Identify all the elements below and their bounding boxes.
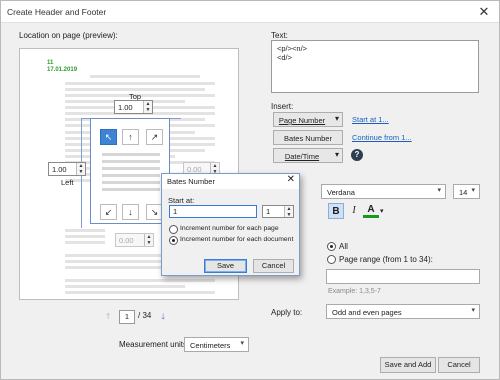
dropdown-arrow-icon[interactable]: ▾ [335,114,339,123]
spinner-arrows-icon: ▲ ▼ [144,234,153,246]
dialog-save-button[interactable]: Save [204,259,247,273]
text-line: <p/><n/> [277,44,308,53]
chevron-down-icon: ▾ [471,187,475,194]
spinner-arrows-icon[interactable]: ▲ ▼ [143,101,152,113]
text-label: Text: [271,31,288,40]
next-page-arrow-icon[interactable]: 🡓 [161,311,165,325]
top-margin-spinner[interactable]: 1.00 ▲ ▼ [114,100,153,114]
dialog-title-bar: Bates Number ✕ [162,174,299,189]
page-range-input[interactable] [326,269,480,284]
all-pages-label: All [339,242,348,251]
spinner-arrows-icon[interactable]: ▲ ▼ [284,206,293,218]
digits-spinner[interactable]: 1 ▲ ▼ [262,205,294,218]
bold-button[interactable]: B [328,203,344,219]
create-header-footer-window: Create Header and Footer ✕ Location on p… [0,0,500,380]
page-number-button-label: Page Number [278,116,326,125]
header-text-area[interactable]: <p/><n/> <d/> [271,40,479,93]
font-size-value: 14 [459,188,468,197]
measurement-units-value: Centimeters [190,341,231,350]
page-range-example: Example: 1,3,5-7 [328,288,381,295]
left-margin-label: Left [61,178,74,187]
chevron-down-icon: ▾ [471,307,475,314]
all-pages-radio[interactable] [327,242,336,251]
page-range-label: Page range (from 1 to 34): [339,255,433,264]
save-and-add-button[interactable]: Save and Add [380,357,436,373]
cancel-button[interactable]: Cancel [438,357,480,373]
apply-to-select[interactable]: Odd and even pages ▾ [326,304,480,319]
increment-per-document-radio[interactable] [169,236,178,245]
title-bar: Create Header and Footer ✕ [1,1,499,23]
window-title: Create Header and Footer [7,7,107,17]
header-date: 17.01.2019 [47,67,78,73]
date-time-button[interactable]: Date/Time ▾ [273,148,343,163]
insert-label: Insert: [271,102,294,111]
date-time-button-label: Date/Time [284,152,320,161]
continue-from-link[interactable]: Continue from 1... [352,133,412,142]
font-color-button[interactable]: A [363,203,379,218]
spinner-arrows-icon[interactable]: ▲ ▼ [76,163,85,175]
left-margin-value: 1.00 [52,165,67,174]
bottom-margin-spinner: 0.00 ▲ ▼ [115,233,154,247]
digits-value: 1 [266,207,271,216]
dialog-title: Bates Number [167,177,215,186]
increment-per-page-radio[interactable] [169,225,178,234]
chevron-down-icon[interactable]: ▾ [380,207,384,215]
help-icon[interactable]: ? [351,149,363,161]
bottom-left-arrow-icon[interactable]: ↙ [100,204,117,220]
preview-header-text: 11 17.01.2019 [47,60,77,74]
increment-per-page-label: Increment number for each page [180,225,279,232]
italic-button[interactable]: I [346,203,362,219]
bates-number-button-label: Bates Number [284,134,332,143]
top-margin-value: 1.00 [118,103,133,112]
chevron-down-icon: ▾ [240,340,244,347]
start-at-label: Start at: [168,196,195,205]
top-left-arrow-icon[interactable]: ↖ [100,129,117,145]
bottom-center-arrow-icon[interactable]: ↓ [122,204,139,220]
page-range-radio[interactable] [327,255,336,264]
apply-to-label: Apply to: [271,308,303,317]
top-right-arrow-icon[interactable]: ↗ [146,129,163,145]
total-pages-label: / 34 [138,311,152,320]
left-margin-spinner[interactable]: 1.00 ▲ ▼ [48,162,86,176]
close-icon[interactable]: ✕ [475,3,493,21]
start-at-link[interactable]: Start at 1... [352,115,389,124]
bates-number-dialog: Bates Number ✕ Start at: 1 1 ▲ ▼ Incremen… [161,173,300,276]
measurement-units-label: Measurement units: [119,340,190,349]
increment-per-document-label: Increment number for each document [180,236,294,243]
measurement-units-select[interactable]: Centimeters ▾ [184,337,249,352]
font-size-select[interactable]: 14 ▾ [453,184,480,199]
preview-label: Location on page (preview): [19,31,118,40]
page-number-input[interactable]: 1 [119,310,135,324]
font-family-value: Verdana [327,188,355,197]
dropdown-arrow-icon[interactable]: ▾ [335,150,339,159]
start-at-input[interactable]: 1 [169,205,257,218]
position-selector: ↖ ↑ ↗ ↙ ↓ ↘ [90,118,170,224]
text-line: <d/> [277,53,293,62]
dialog-cancel-button[interactable]: Cancel [253,259,294,273]
font-family-select[interactable]: Verdana ▾ [321,184,446,199]
page-number-button[interactable]: Page Number ▾ [273,112,343,127]
close-icon[interactable]: ✕ [287,174,295,185]
bates-number-button[interactable]: Bates Number [273,130,343,145]
top-center-arrow-icon[interactable]: ↑ [122,129,139,145]
apply-to-value: Odd and even pages [332,308,402,317]
bottom-margin-value: 0.00 [119,236,134,245]
chevron-down-icon: ▾ [437,187,441,194]
header-page-number: 11 [47,60,54,66]
prev-page-arrow-icon[interactable]: 🡑 [106,311,110,325]
